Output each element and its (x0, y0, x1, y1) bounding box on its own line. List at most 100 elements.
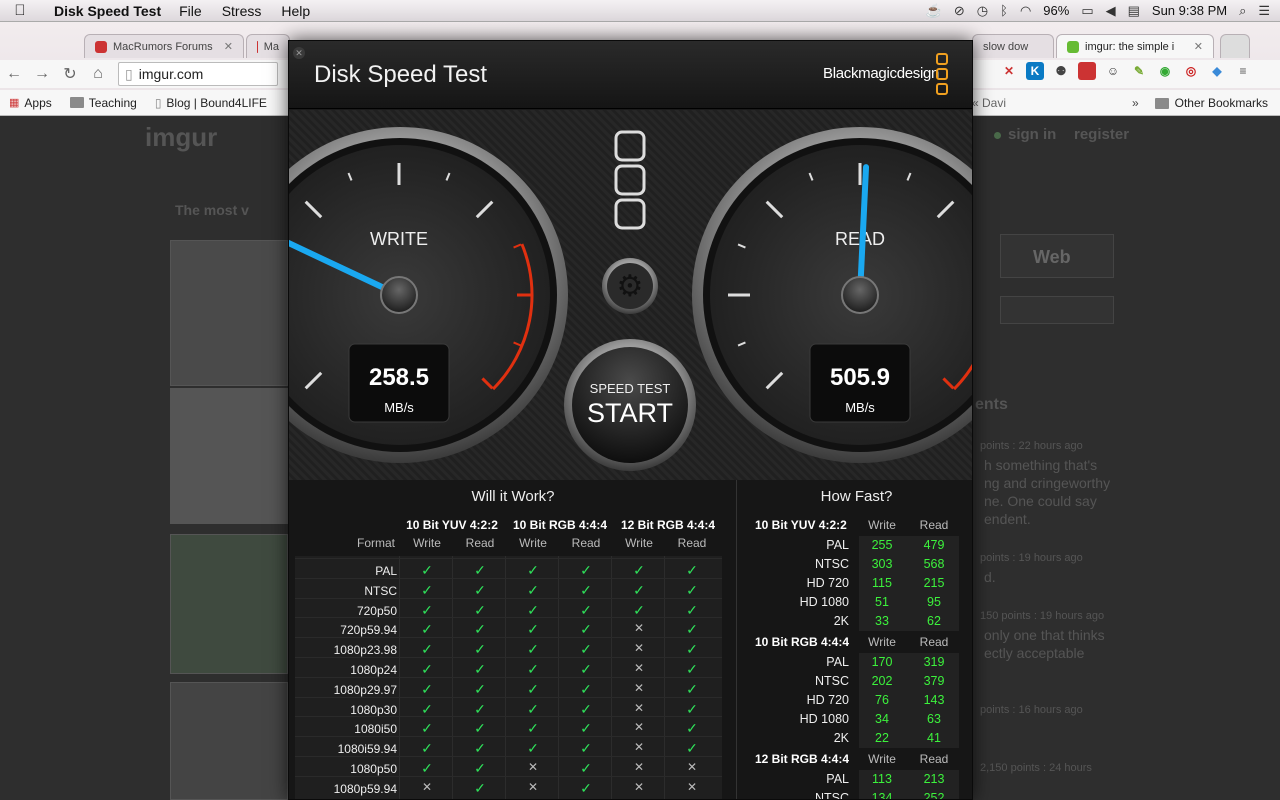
back-icon[interactable]: ← (0, 65, 28, 83)
start-button-label: START (587, 398, 673, 428)
sign-in-link[interactable]: sign in (1008, 126, 1056, 143)
check-icon: ✓ (686, 621, 698, 638)
check-icon: ✓ (474, 760, 486, 776)
format-name: 1080p50 (350, 762, 397, 776)
search-web-box[interactable]: Web (1000, 234, 1114, 278)
tab-label: MacRumors Forums (113, 40, 213, 53)
write-unit: MB/s (384, 400, 414, 415)
other-bookmarks[interactable]: Other Bookmarks (1154, 96, 1268, 110)
tab-slow-down[interactable]: slow dow (972, 34, 1054, 58)
apple-menu-icon[interactable]:  (0, 2, 40, 19)
read-column-header: Read (919, 752, 949, 766)
format-name: 720p59.94 (340, 623, 397, 638)
extension-green-icon[interactable]: ◉ (1156, 62, 1174, 80)
start-button[interactable]: SPEED TEST START (564, 339, 696, 471)
read-speed-value: 143 (923, 693, 945, 707)
bookmark-apps[interactable]: ▦ Apps (0, 96, 61, 110)
close-window-icon[interactable]: ✕ (293, 47, 305, 59)
cross-icon: ✕ (633, 661, 645, 675)
gallery-thumbnail[interactable] (170, 388, 288, 524)
check-icon: ✓ (527, 601, 539, 618)
read-needle-hub (841, 276, 879, 314)
extension-drop-icon[interactable]: ◆ (1208, 62, 1226, 80)
gallery-thumbnail[interactable] (170, 682, 288, 800)
write-speed-value: 115 (872, 576, 892, 590)
spotlight-icon[interactable]: ⌕ (1239, 3, 1246, 19)
input-flag-icon[interactable]: ▤ (1128, 3, 1140, 19)
tab-label: imgur: the simple i (1085, 40, 1175, 53)
extension-cat-icon[interactable]: ⚉ (1052, 62, 1070, 80)
menu-stress[interactable]: Stress (212, 3, 272, 19)
extension-red-icon[interactable] (1078, 62, 1096, 80)
settings-gear-icon[interactable]: ⚙ (602, 258, 658, 314)
search-field[interactable] (1000, 296, 1114, 324)
battery-icon[interactable]: ▭ (1081, 3, 1093, 19)
bookmark-teaching[interactable]: Teaching (61, 96, 146, 110)
svg-text:⚙: ⚙ (617, 269, 644, 304)
status-icon[interactable]: ☕ (926, 3, 942, 19)
write-column-header: Write (868, 518, 896, 532)
close-icon[interactable]: ✕ (224, 40, 233, 53)
volume-icon[interactable]: ◀ (1106, 3, 1116, 19)
notification-center-icon[interactable]: ☰ (1258, 3, 1270, 19)
tab-ma[interactable]: Ma (246, 34, 290, 58)
row-divider (295, 696, 722, 698)
check-icon: ✓ (421, 680, 433, 697)
bookmark-blog[interactable]: ▯ Blog | Bound4LIFE (146, 96, 276, 110)
wifi-icon[interactable]: ◠ (1020, 3, 1031, 19)
check-icon: ✓ (633, 562, 645, 578)
bookmarks-overflow-button[interactable]: » (1132, 96, 1139, 110)
check-icon: ✓ (421, 581, 433, 598)
check-icon: ✓ (474, 641, 486, 658)
resolution-label: PAL (826, 655, 849, 669)
cross-icon: ✕ (527, 779, 539, 794)
format-name: 1080p24 (350, 663, 397, 677)
extension-x-icon[interactable]: ✕ (1000, 62, 1018, 80)
write-speed-value: 170 (871, 655, 893, 669)
address-bar[interactable]: ▯ imgur.com (118, 62, 278, 86)
imgur-logo[interactable]: imgur (145, 122, 217, 153)
check-icon: ✓ (474, 680, 486, 697)
check-icon: ✓ (580, 680, 592, 697)
forward-icon[interactable]: → (28, 65, 56, 83)
time-machine-icon[interactable]: ◷ (977, 3, 988, 19)
check-icon: ✓ (527, 562, 539, 578)
extension-lastpass-icon[interactable]: ◎ (1182, 62, 1200, 80)
cross-icon: ✕ (527, 760, 539, 774)
check-icon: ✓ (421, 700, 433, 717)
battery-percent[interactable]: 96% (1043, 3, 1069, 18)
menu-icon[interactable]: ≡ (1234, 62, 1252, 80)
bluetooth-icon[interactable]: ᛒ (1000, 3, 1008, 18)
comment-meta: 150 points : 19 hours ago (980, 610, 1105, 622)
read-speed-value: 568 (923, 557, 945, 571)
extension-k-icon[interactable]: K (1026, 62, 1044, 80)
check-icon: ✓ (580, 562, 592, 578)
gallery-thumbnail[interactable] (170, 240, 288, 386)
bookmark-partial[interactable]: « Davi (972, 96, 1006, 110)
register-link[interactable]: register (1074, 126, 1129, 143)
check-icon: ✓ (580, 601, 592, 618)
menu-file[interactable]: File (169, 3, 212, 19)
gallery-thumbnail[interactable] (170, 534, 288, 674)
resolution-label: HD 720 (806, 576, 849, 590)
extension-pen-icon[interactable]: ✎ (1130, 62, 1148, 80)
read-gauge: READ 505.9 MB/s (692, 127, 972, 463)
check-icon: ✓ (474, 779, 486, 796)
app-menu[interactable]: Disk Speed Test (40, 3, 169, 19)
sync-icon[interactable]: ⊘ (954, 3, 965, 19)
tab-imgur[interactable]: imgur: the simple i ✕ (1056, 34, 1214, 58)
reload-icon[interactable]: ↻ (56, 64, 84, 84)
write-column-header: Write (868, 752, 896, 766)
extension-face-icon[interactable]: ☺ (1104, 62, 1122, 80)
format-column-header: Format (356, 536, 395, 550)
menu-help[interactable]: Help (271, 3, 320, 19)
write-column-header: Write (413, 536, 441, 550)
write-value: 258.5 (369, 364, 429, 391)
new-tab-button[interactable] (1220, 34, 1250, 58)
resolution-label: NTSC (814, 674, 849, 688)
home-icon[interactable]: ⌂ (84, 65, 112, 83)
tab-macrumors[interactable]: MacRumors Forums ✕ (84, 34, 244, 58)
clock[interactable]: Sun 9:38 PM (1152, 3, 1227, 18)
how-fast-panel: How Fast? 10 Bit YUV 4:2:2 Write Read PAL 25… (739, 480, 972, 799)
close-icon[interactable]: ✕ (1194, 40, 1203, 53)
